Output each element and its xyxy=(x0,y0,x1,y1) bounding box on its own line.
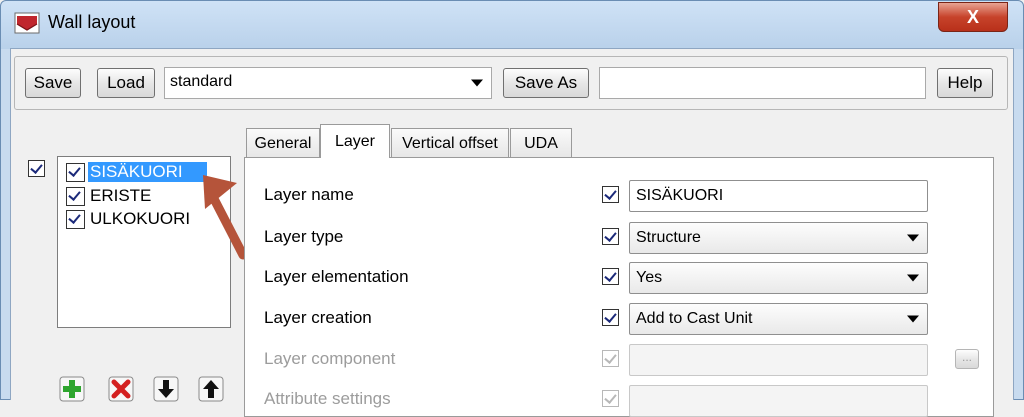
layer-elementation-checkbox[interactable] xyxy=(602,268,619,285)
layer-component-browse-button: ... xyxy=(955,349,979,369)
layer-type-select[interactable]: Structure xyxy=(629,222,928,254)
layer-checkbox[interactable] xyxy=(66,163,85,182)
title-bar[interactable]: Wall layout X xyxy=(0,0,1024,48)
layer-type-value: Structure xyxy=(636,229,701,246)
layer-component-label: Layer component xyxy=(264,349,396,368)
layer-type-label: Layer type xyxy=(264,227,344,246)
save-as-button[interactable]: Save As xyxy=(503,68,589,98)
chevron-down-icon xyxy=(907,234,919,242)
layer-elementation-label: Layer elementation xyxy=(264,267,409,286)
tab-general[interactable]: General xyxy=(246,128,320,158)
layer-name: ERISTE xyxy=(90,186,152,205)
tab-layer[interactable]: Layer xyxy=(320,124,390,158)
layer-component-field xyxy=(629,344,928,376)
move-down-icon[interactable] xyxy=(153,376,179,402)
all-layers-checkbox[interactable] xyxy=(28,160,45,177)
close-icon: X xyxy=(966,7,979,27)
preset-combo[interactable]: standard xyxy=(164,67,492,99)
attribute-settings-label: Attribute settings xyxy=(264,389,391,408)
move-up-icon[interactable] xyxy=(198,376,224,402)
delete-icon[interactable] xyxy=(108,376,134,402)
save-button[interactable]: Save xyxy=(25,68,81,98)
app-icon xyxy=(14,12,40,34)
attribute-settings-select xyxy=(629,385,928,417)
window-title: Wall layout xyxy=(48,12,136,32)
layer-name-field[interactable]: SISÄKUORI xyxy=(629,180,928,212)
preset-value: standard xyxy=(170,73,233,90)
layer-checkbox[interactable] xyxy=(66,187,85,206)
layer-name-label: Layer name xyxy=(264,185,354,204)
chevron-down-icon xyxy=(471,79,483,87)
chevron-down-icon xyxy=(907,315,919,323)
help-button[interactable]: Help xyxy=(937,68,993,98)
layer-component-checkbox xyxy=(602,350,619,367)
layer-name-checkbox[interactable] xyxy=(602,186,619,203)
layer-checkbox[interactable] xyxy=(66,210,85,229)
layer-creation-checkbox[interactable] xyxy=(602,309,619,326)
tab-uda[interactable]: UDA xyxy=(510,128,572,158)
layer-creation-select[interactable]: Add to Cast Unit xyxy=(629,303,928,335)
layer-name: ULKOKUORI xyxy=(90,209,191,228)
save-as-name-input[interactable] xyxy=(599,67,926,99)
load-button[interactable]: Load xyxy=(97,68,155,98)
layer-creation-value: Add to Cast Unit xyxy=(636,310,753,327)
add-icon[interactable] xyxy=(59,376,85,402)
layer-name: SISÄKUORI xyxy=(88,162,207,182)
close-button[interactable]: X xyxy=(938,2,1008,32)
attribute-settings-checkbox xyxy=(602,390,619,407)
layer-elementation-select[interactable]: Yes xyxy=(629,262,928,294)
layer-creation-label: Layer creation xyxy=(264,308,372,327)
tab-vertical-offset[interactable]: Vertical offset xyxy=(391,128,509,158)
layer-elementation-value: Yes xyxy=(636,269,663,286)
layer-type-checkbox[interactable] xyxy=(602,228,619,245)
chevron-down-icon xyxy=(907,274,919,282)
